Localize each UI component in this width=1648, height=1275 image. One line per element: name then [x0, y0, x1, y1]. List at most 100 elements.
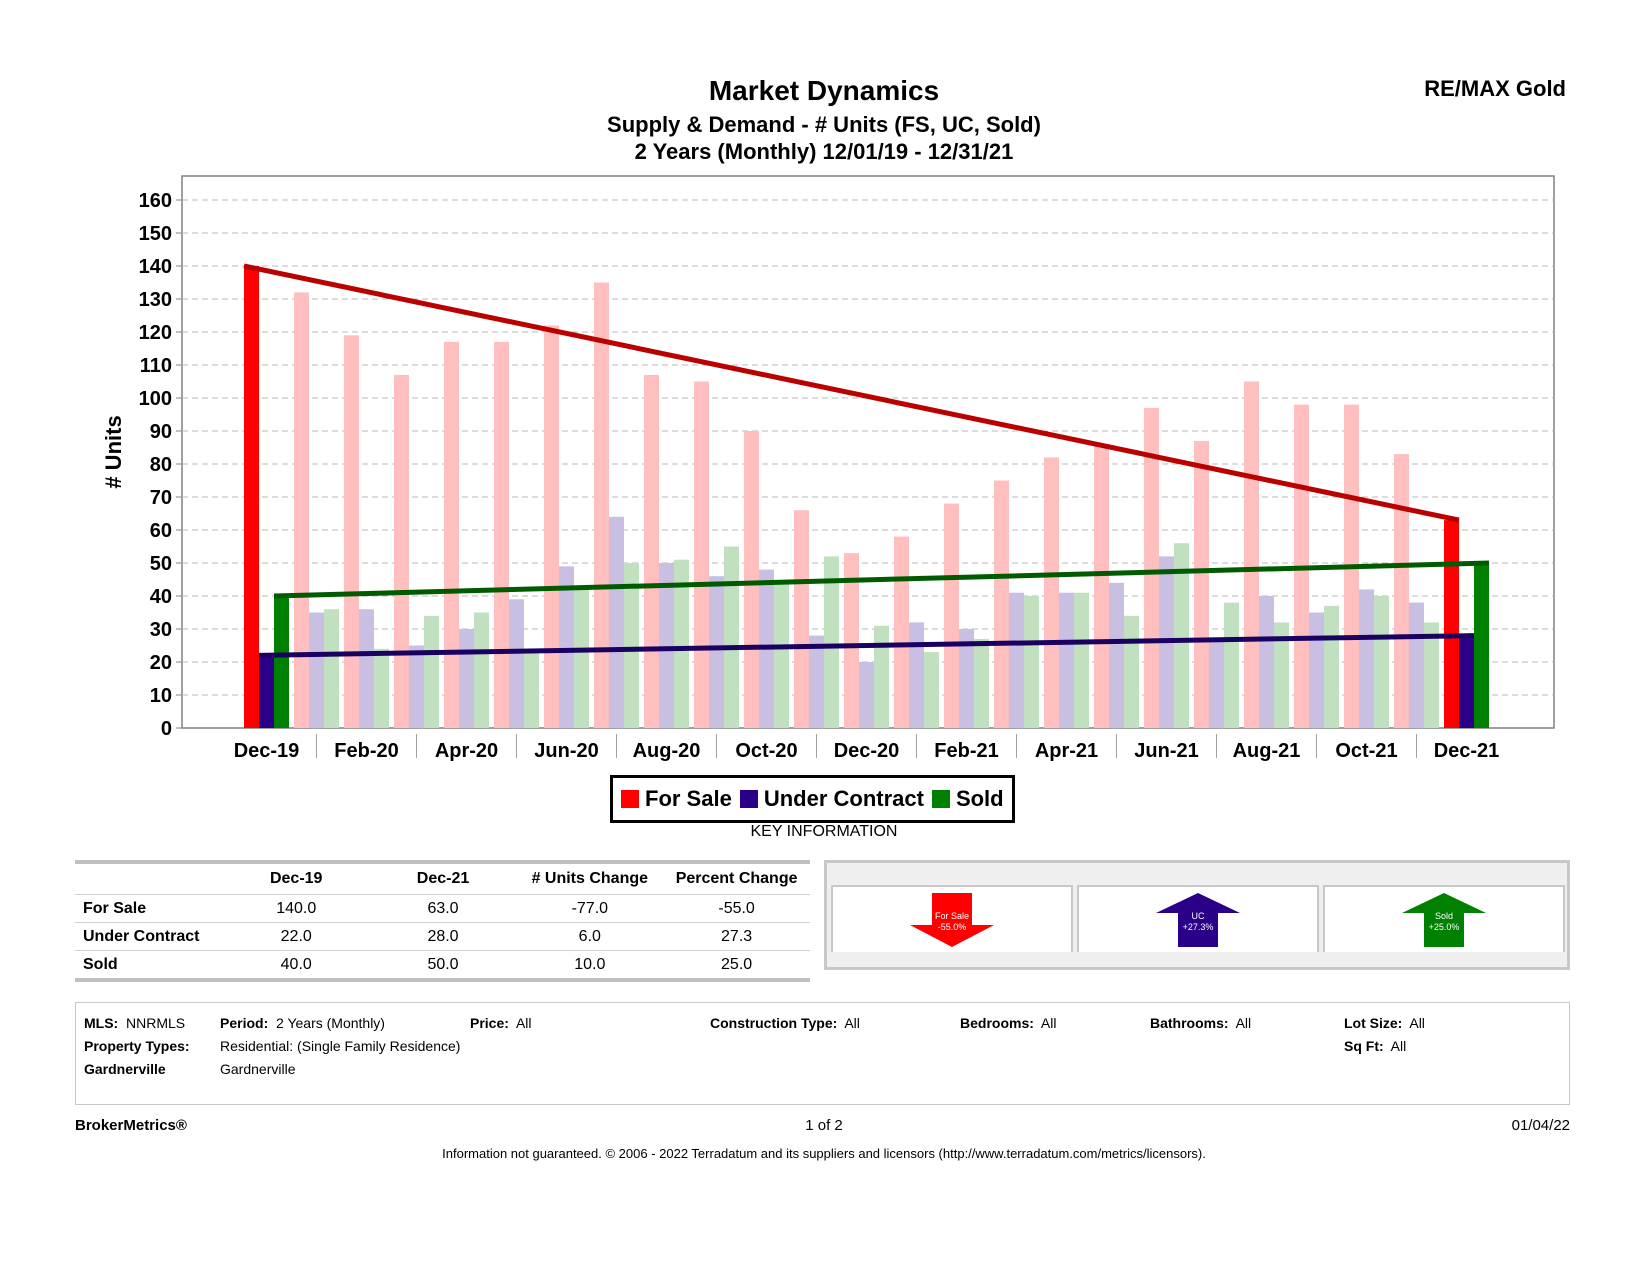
y-tick-label: 60	[150, 520, 172, 542]
cell: 40.0	[280, 955, 312, 973]
x-tick-label: Feb-20	[334, 740, 398, 762]
row-label: For Sale	[83, 899, 147, 917]
bar-for-sale	[944, 503, 959, 728]
bar-sold	[1074, 592, 1089, 728]
bar-sold	[1474, 563, 1489, 728]
bar-sold	[574, 589, 589, 728]
filter-period: Period: 2 Years (Monthly)	[220, 1015, 385, 1031]
bar-for-sale	[694, 381, 709, 728]
bar-for-sale	[1444, 520, 1459, 728]
legend-label: Sold	[955, 786, 1004, 811]
x-tick-label: Oct-20	[735, 740, 797, 762]
sold-indicator: Sold +25.0%	[1323, 885, 1565, 952]
filter-value: NNRMLS	[126, 1015, 186, 1031]
bar-sold	[1324, 605, 1339, 728]
bar-for-sale	[394, 374, 409, 728]
arrow-value: +27.3%	[1182, 922, 1214, 932]
bar-under-contract	[1359, 589, 1374, 728]
cell: 10.0	[574, 955, 606, 973]
bar-under-contract	[609, 516, 624, 728]
x-tick-label: Dec-19	[234, 740, 300, 762]
disclaimer: Information not guaranteed. © 2006 - 202…	[442, 1146, 1206, 1161]
x-tick-label: Oct-21	[1335, 740, 1397, 762]
legend-label: For Sale	[645, 786, 732, 811]
bar-sold	[1024, 596, 1039, 728]
search-criteria-panel: MLS: NNRMLS Period: 2 Years (Monthly) Pr…	[75, 1002, 1570, 1105]
y-axis: 0 10 20 30 40 50 60 70 80 90 100 110 120 130 140 150 160	[139, 190, 182, 740]
y-tick-label: 20	[150, 652, 172, 674]
x-tick-label: Dec-20	[834, 740, 900, 762]
for-sale-indicator: For Sale -55.0%	[831, 885, 1073, 952]
bar-for-sale	[1094, 444, 1109, 728]
y-tick-label: 80	[150, 454, 172, 476]
bar-sold	[724, 546, 739, 728]
bar-for-sale	[1394, 454, 1409, 728]
bar-under-contract	[309, 612, 324, 728]
x-tick-label: Aug-21	[1233, 740, 1301, 762]
bar-sold	[874, 625, 889, 728]
filter-label: Lot Size:	[1344, 1015, 1403, 1031]
y-tick-label: 130	[139, 289, 172, 311]
filter-label: Bedrooms:	[960, 1015, 1034, 1031]
legend-swatch	[621, 790, 639, 808]
bar-for-sale	[794, 510, 809, 728]
filter-label: Bathrooms:	[1150, 1015, 1229, 1031]
table-row: Sold 40.0 50.0 10.0 25.0	[75, 951, 810, 982]
legend-item-sold: Sold	[931, 786, 1004, 812]
filter-label: Gardnerville	[84, 1061, 166, 1077]
x-tick-label: Feb-21	[934, 740, 998, 762]
bar-under-contract	[1459, 635, 1474, 728]
bar-sold	[374, 648, 389, 728]
y-axis-label: # Units	[101, 415, 126, 488]
cell: 140.0	[276, 899, 317, 917]
y-tick-label: 0	[161, 718, 172, 740]
legend-item-under-contract: Under Contract	[739, 786, 924, 812]
table-row: Under Contract 22.0 28.0 6.0 27.3	[75, 923, 810, 951]
y-tick-label: 150	[139, 223, 172, 245]
bar-sold	[1224, 602, 1239, 728]
chart-legend: For Sale Under Contract Sold	[610, 775, 1015, 823]
arrow-label: UC	[1191, 911, 1205, 921]
bar-under-contract	[1259, 596, 1274, 728]
bar-for-sale	[744, 431, 759, 728]
cell: 28.0	[427, 927, 459, 945]
filter-value: All	[844, 1015, 860, 1031]
bar-for-sale	[294, 292, 309, 728]
x-axis: Dec-19 Feb-20 Apr-20 Jun-20 Aug-20 Oct-20 Dec-…	[234, 734, 1500, 762]
bar-for-sale	[444, 341, 459, 728]
arrow-value: +25.0%	[1428, 922, 1460, 932]
bar-under-contract	[359, 609, 374, 728]
bar-for-sale	[544, 325, 559, 728]
bar-sold	[974, 638, 989, 728]
x-tick-label: Apr-20	[435, 740, 498, 762]
key-info-table: Dec-19 Dec-21 # Units Change Percent Cha…	[75, 860, 810, 982]
filter-construction-type: Construction Type: All	[710, 1015, 860, 1031]
legend-swatch	[931, 790, 950, 808]
cell: -55.0	[718, 899, 755, 917]
table-header-row: Dec-19 Dec-21 # Units Change Percent Cha…	[75, 864, 810, 895]
arrow-value: -55.0%	[937, 922, 967, 932]
header-cell: Dec-19	[269, 870, 323, 887]
x-tick-label: Dec-21	[1434, 740, 1500, 762]
filter-value: All	[515, 1015, 532, 1031]
cell: 25.0	[721, 955, 753, 973]
page-number: 1 of 2	[805, 1117, 843, 1134]
filter-label: Construction Type:	[710, 1015, 838, 1031]
bar-under-contract	[259, 655, 274, 728]
filter-value: All	[1409, 1015, 1425, 1031]
bar-for-sale	[244, 266, 259, 728]
arrow-label: Sold	[1434, 911, 1453, 921]
filter-area-label: Gardnerville	[84, 1061, 166, 1077]
bar-for-sale	[994, 480, 1009, 728]
bar-under-contract	[709, 576, 724, 728]
bar-for-sale	[594, 282, 609, 728]
bar-under-contract	[1409, 602, 1424, 728]
y-tick-label: 140	[139, 256, 172, 278]
bar-sold	[524, 652, 539, 728]
bar-sold	[774, 582, 789, 728]
filter-lot-size: Lot Size: All	[1344, 1015, 1425, 1031]
filter-sq-ft: Sq Ft: All	[1344, 1038, 1406, 1054]
bar-sold	[474, 612, 489, 728]
row-label: Sold	[83, 955, 118, 973]
filter-property-types-label: Property Types:	[84, 1038, 190, 1054]
